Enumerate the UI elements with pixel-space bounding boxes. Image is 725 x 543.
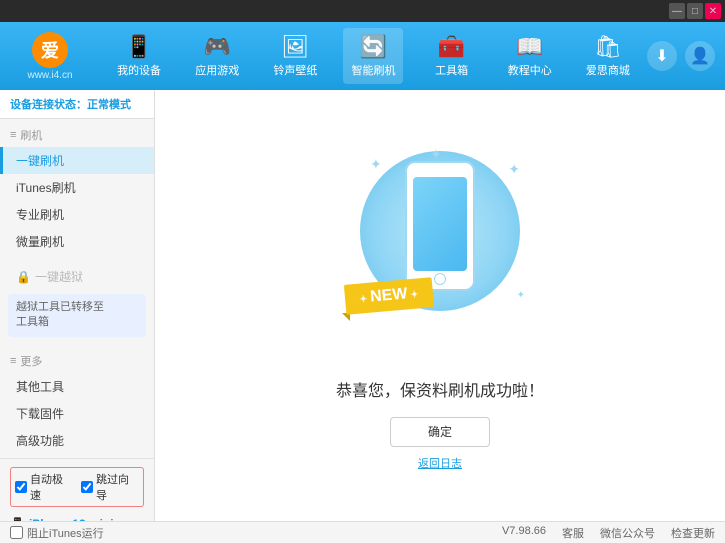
sparkle-4: ✦ [517,290,525,301]
sidebar-group-flash: ≡ 刷机 一键刷机 iTunes刷机 专业刷机 微量刷机 [0,119,154,259]
nav-tutorials[interactable]: 📖 教程中心 [500,28,560,84]
sidebar-item-one-click-flash[interactable]: 一键刷机 [0,147,154,174]
sidebar-item-pro-flash[interactable]: 专业刷机 [0,201,154,228]
flash-group-label: 刷机 [20,127,42,143]
sparkle-1: ✦ [370,156,382,173]
sidebar: 设备连接状态：正常模式 ≡ 刷机 一键刷机 iTunes刷机 专业刷机 微量刷机… [0,90,155,521]
success-area: ✦ ✦ ✦ ✦ NEW 恭喜您，保资料刷机成功啦！ 确定 返回日志 [336,141,544,471]
download-button[interactable]: ⬇ [647,41,677,71]
phone-home-button [434,273,446,285]
back-link[interactable]: 返回日志 [418,455,462,471]
nav-my-device-label: 我的设备 [117,62,161,78]
my-device-icon: 📱 [125,34,152,60]
via-wizard-label: 跳过向导 [96,471,139,503]
smart-flash-icon: 🔄 [360,34,387,60]
flash-group-header: ≡ 刷机 [0,123,154,147]
logo-icon: 爱 [32,32,68,68]
sidebar-item-micro-flash[interactable]: 微量刷机 [0,228,154,255]
wallpaper-icon: 🖼 [281,34,309,60]
sparkle-2: ✦ [430,146,442,163]
checkbox-group: 自动极速 跳过向导 [10,467,144,507]
success-message: 恭喜您，保资料刷机成功啦！ [336,377,544,401]
header: 爱 www.i4.cn 📱 我的设备 🎮 应用游戏 🖼 铃声壁纸 🔄 智能刷机 … [0,22,725,90]
footer: 阻止iTunes运行 V7.98.66 客服 微信公众号 检查更新 [0,521,725,543]
phone-body [405,161,475,291]
nav-toolbox-label: 工具箱 [435,62,468,78]
minimize-button[interactable]: — [669,3,685,19]
phone-illustration: ✦ ✦ ✦ ✦ NEW [340,141,540,361]
title-bar: — □ ✕ [0,0,725,22]
main-area: 设备连接状态：正常模式 ≡ 刷机 一键刷机 iTunes刷机 专业刷机 微量刷机… [0,90,725,521]
device-name: 📱 iPhone 12 mini [10,517,144,521]
logo-text: www.i4.cn [27,70,72,81]
jailbreak-notice: 越狱工具已转移至工具箱 [8,294,146,337]
sidebar-item-advanced[interactable]: 高级功能 [0,427,154,454]
sidebar-item-download-firmware[interactable]: 下载固件 [0,400,154,427]
jailbreak-notice-text: 越狱工具已转移至工具箱 [16,301,104,328]
logo[interactable]: 爱 www.i4.cn [10,32,90,81]
auto-send-label: 自动极速 [30,471,73,503]
apps-games-icon: 🎮 [204,34,231,60]
user-button[interactable]: 👤 [685,41,715,71]
nav-tutorials-label: 教程中心 [508,62,552,78]
via-wizard-checkbox[interactable]: 跳过向导 [81,471,139,503]
nav-my-device[interactable]: 📱 我的设备 [109,28,169,84]
sidebar-group-jailbreak: 🔒 一键越狱 越狱工具已转移至工具箱 [0,259,154,345]
check-update-link[interactable]: 检查更新 [671,525,715,541]
nav-mall-label: 爱思商城 [586,62,630,78]
block-itunes-checkbox[interactable] [10,526,23,539]
mall-icon: 🛍 [594,34,622,60]
nav-toolbox[interactable]: 🧰 工具箱 [422,28,482,84]
tutorials-icon: 📖 [516,34,543,60]
footer-left: 阻止iTunes运行 [10,525,104,541]
toolbox-icon: 🧰 [438,34,465,60]
auto-send-input[interactable] [15,481,27,493]
flash-group-icon: ≡ [10,129,16,141]
jailbreak-label: 一键越狱 [35,268,83,285]
nav-smart-flash-label: 智能刷机 [351,62,395,78]
phone-screen [413,177,467,271]
device-section: 自动极速 跳过向导 📱 iPhone 12 mini 64GB Down-12m… [0,458,154,521]
sparkle-3: ✦ [508,161,520,178]
content-area: ✦ ✦ ✦ ✦ NEW 恭喜您，保资料刷机成功啦！ 确定 返回日志 [155,90,725,521]
jailbreak-group-header: 🔒 一键越狱 [0,263,154,290]
wechat-link[interactable]: 微信公众号 [600,525,655,541]
header-right: ⬇ 👤 [647,41,715,71]
nav-wallpaper-label: 铃声壁纸 [273,62,317,78]
more-group-label: 更多 [20,353,42,369]
nav-smart-flash[interactable]: 🔄 智能刷机 [343,28,403,84]
nav-apps-label: 应用游戏 [195,62,239,78]
confirm-button[interactable]: 确定 [390,417,490,447]
maximize-button[interactable]: □ [687,3,703,19]
more-group-icon: ≡ [10,355,16,367]
nav-bar: 📱 我的设备 🎮 应用游戏 🖼 铃声壁纸 🔄 智能刷机 🧰 工具箱 📖 教程中心… [100,28,647,84]
support-link[interactable]: 客服 [562,525,584,541]
lock-icon: 🔒 [16,270,31,284]
block-itunes-label: 阻止iTunes运行 [27,525,104,541]
connection-status: 设备连接状态：正常模式 [0,90,154,119]
status-label: 设备连接状态： [10,99,87,111]
device-info: 📱 iPhone 12 mini 64GB Down-12mini-13,1 [10,513,144,521]
nav-mall[interactable]: 🛍 爱思商城 [578,28,638,84]
device-icon: 📱 [10,517,25,521]
status-value: 正常模式 [87,99,131,111]
footer-right: V7.98.66 客服 微信公众号 检查更新 [502,525,715,541]
device-name-text: iPhone 12 mini [29,517,114,521]
version-text: V7.98.66 [502,525,546,541]
more-group-header: ≡ 更多 [0,349,154,373]
nav-wallpaper[interactable]: 🖼 铃声壁纸 [265,28,325,84]
close-button[interactable]: ✕ [705,3,721,19]
sidebar-group-more: ≡ 更多 其他工具 下载固件 高级功能 [0,345,154,458]
sidebar-item-itunes-flash[interactable]: iTunes刷机 [0,174,154,201]
sidebar-item-other-tools[interactable]: 其他工具 [0,373,154,400]
via-wizard-input[interactable] [81,481,93,493]
nav-apps-games[interactable]: 🎮 应用游戏 [187,28,247,84]
auto-send-checkbox[interactable]: 自动极速 [15,471,73,503]
